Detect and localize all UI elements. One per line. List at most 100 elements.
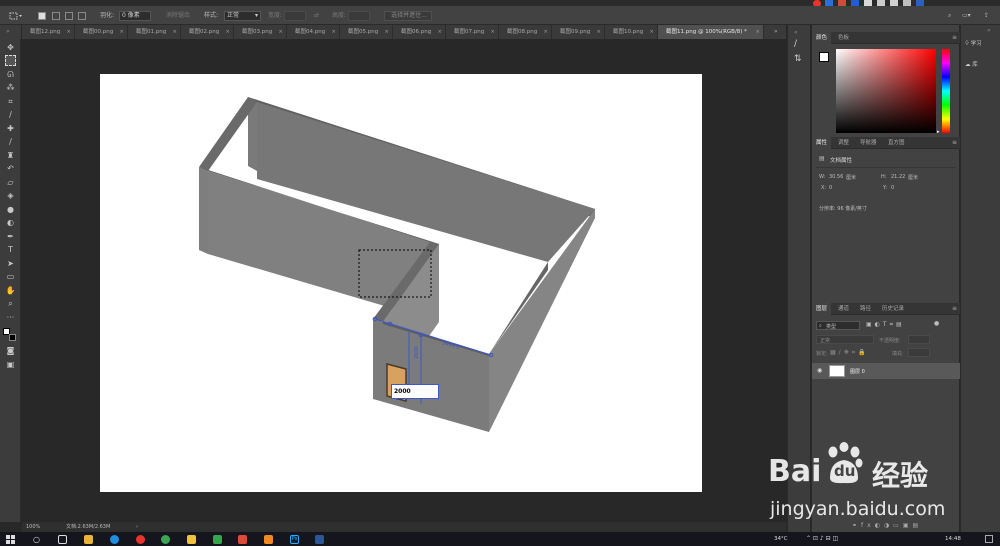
background-color-swatch[interactable]: [9, 334, 16, 341]
dimension-input[interactable]: 2000: [391, 384, 439, 399]
app-icon[interactable]: [136, 535, 145, 544]
crop-tool-icon[interactable]: ⌗: [5, 96, 16, 107]
fill-input[interactable]: [908, 348, 930, 357]
tab-paths[interactable]: 路径: [856, 303, 875, 315]
tab-screenshot-09[interactable]: 截图09.png ×: [552, 25, 605, 39]
word-icon[interactable]: [315, 535, 324, 544]
menu-item[interactable]: [24, 0, 44, 5]
marquee-tool-preset-icon[interactable]: [8, 11, 24, 21]
close-icon[interactable]: ×: [596, 25, 601, 39]
lasso-tool-icon[interactable]: ᘏ: [5, 69, 16, 80]
filter-toggle-icon[interactable]: ●: [934, 320, 939, 327]
magic-wand-tool-icon[interactable]: ⁂: [5, 82, 16, 93]
blend-mode-select[interactable]: 正常: [816, 335, 874, 344]
tab-channels[interactable]: 通道: [834, 303, 853, 315]
screen-mode-icon[interactable]: ▣: [5, 359, 16, 370]
adjustments-icon[interactable]: ⇅: [794, 54, 802, 64]
swap-icon[interactable]: ⇄: [314, 11, 319, 21]
close-icon[interactable]: ×: [225, 25, 230, 39]
y-value[interactable]: 0: [891, 185, 894, 191]
layer-filter-select[interactable]: ⌕ 类型: [816, 321, 860, 330]
tab-adjustments[interactable]: 调整: [834, 137, 853, 149]
brush-settings-icon[interactable]: ∕: [794, 39, 797, 49]
tab-screenshot-12[interactable]: 截图12.png ×: [22, 25, 75, 39]
app-icon[interactable]: [187, 535, 196, 544]
tab-overflow-icon[interactable]: »: [774, 25, 778, 39]
blur-tool-icon[interactable]: ●: [5, 204, 16, 215]
hue-slider[interactable]: [942, 49, 950, 133]
edge-browser-icon[interactable]: [110, 535, 119, 544]
collapse-icon[interactable]: «: [794, 29, 798, 36]
task-view-icon[interactable]: [58, 535, 67, 544]
feather-input[interactable]: 0 像素: [119, 11, 151, 21]
status-menu-arrow[interactable]: ›: [136, 522, 138, 532]
document-canvas[interactable]: 2000 3445.0 2000: [100, 74, 702, 492]
tab-screenshot-08[interactable]: 截图08.png ×: [499, 25, 552, 39]
lock-icons[interactable]: ▦∕✥⌗🔒: [830, 349, 869, 357]
collapse-icon[interactable]: »: [6, 28, 10, 35]
layer-row[interactable]: ◉ 图层 0: [812, 363, 960, 379]
tab-screenshot-11-active[interactable]: 截图11.png @ 100%(RGB/8) * ×: [658, 25, 764, 39]
learn-button[interactable]: 💡︎ 学习: [965, 39, 982, 48]
weather-temperature[interactable]: 34°C: [774, 532, 788, 546]
close-icon[interactable]: ×: [119, 25, 124, 39]
history-brush-tool-icon[interactable]: ↶: [5, 163, 16, 174]
visibility-eye-icon[interactable]: ◉: [817, 367, 822, 374]
close-icon[interactable]: ×: [755, 25, 760, 39]
tray-icons[interactable]: ⌃ ⊡ ♪ ⊟ ◫: [806, 532, 838, 546]
eraser-tool-icon[interactable]: ▱: [5, 177, 16, 188]
clone-stamp-tool-icon[interactable]: ♜: [5, 150, 16, 161]
width-input[interactable]: [284, 11, 306, 21]
x-value[interactable]: 0: [829, 185, 832, 191]
panel-menu-icon[interactable]: ≡: [952, 137, 957, 149]
tab-screenshot-03[interactable]: 截图03.png ×: [234, 25, 287, 39]
layer-name[interactable]: 图层 0: [850, 368, 865, 375]
tab-history[interactable]: 历史记录: [878, 303, 908, 315]
rectangle-tool-icon[interactable]: ▭: [5, 271, 16, 282]
path-selection-tool-icon[interactable]: ➤: [5, 258, 16, 269]
pen-tool-icon[interactable]: ✒: [5, 231, 16, 242]
tab-screenshot-07[interactable]: 截图07.png ×: [446, 25, 499, 39]
tab-navigator[interactable]: 导航器: [856, 137, 881, 149]
width-value[interactable]: 30.56: [829, 174, 843, 180]
subtract-selection-icon[interactable]: [65, 12, 73, 20]
add-selection-icon[interactable]: [52, 12, 60, 20]
tab-screenshot-02[interactable]: 截图02.png ×: [181, 25, 234, 39]
app-icon[interactable]: [264, 535, 273, 544]
app-icon[interactable]: [213, 535, 222, 544]
eyedropper-tool-icon[interactable]: ∕: [5, 109, 16, 120]
paint-bucket-tool-icon[interactable]: ◈: [5, 190, 16, 201]
tab-swatches[interactable]: 色板: [834, 32, 853, 44]
quick-mask-icon[interactable]: ◙: [5, 345, 16, 356]
hue-slider-handle-icon[interactable]: ▸: [937, 129, 940, 135]
tab-screenshot-10[interactable]: 截图10.png ×: [605, 25, 658, 39]
select-and-mask-button[interactable]: 选择并遮住...: [384, 11, 432, 21]
workspace-icon[interactable]: ▭▾: [962, 11, 971, 21]
tab-histogram[interactable]: 直方图: [884, 137, 909, 149]
height-value[interactable]: 21.22: [891, 174, 905, 180]
tab-screenshot-06[interactable]: 截图06.png ×: [393, 25, 446, 39]
hand-tool-icon[interactable]: ✋: [5, 285, 16, 296]
wechat-icon[interactable]: [161, 535, 170, 544]
type-tool-icon[interactable]: T: [5, 244, 16, 255]
height-input[interactable]: [348, 11, 370, 21]
brush-tool-icon[interactable]: ∕: [5, 136, 16, 147]
app-icon[interactable]: [238, 535, 247, 544]
healing-brush-tool-icon[interactable]: ✚: [5, 123, 16, 134]
tab-color[interactable]: 颜色: [812, 32, 832, 44]
windows-start-icon[interactable]: [6, 535, 15, 544]
clock-time[interactable]: 14:48: [945, 532, 961, 546]
share-icon[interactable]: ⇪: [984, 11, 989, 21]
tab-properties[interactable]: 属性: [812, 137, 832, 149]
dodge-tool-icon[interactable]: ◐: [5, 217, 16, 228]
search-icon[interactable]: ⌕: [948, 11, 951, 21]
color-picker-field[interactable]: [836, 49, 936, 133]
panel-menu-icon[interactable]: ≡: [952, 32, 957, 44]
layer-filter-icons[interactable]: ▣◐T⌗▤: [866, 321, 905, 329]
library-button[interactable]: ☁︎ 库: [965, 60, 978, 68]
close-icon[interactable]: ×: [278, 25, 283, 39]
panel-menu-icon[interactable]: ≡: [952, 303, 957, 315]
close-icon[interactable]: ×: [172, 25, 177, 39]
rectangular-marquee-tool-icon[interactable]: [5, 55, 16, 66]
collapse-icon[interactable]: »: [987, 27, 991, 34]
